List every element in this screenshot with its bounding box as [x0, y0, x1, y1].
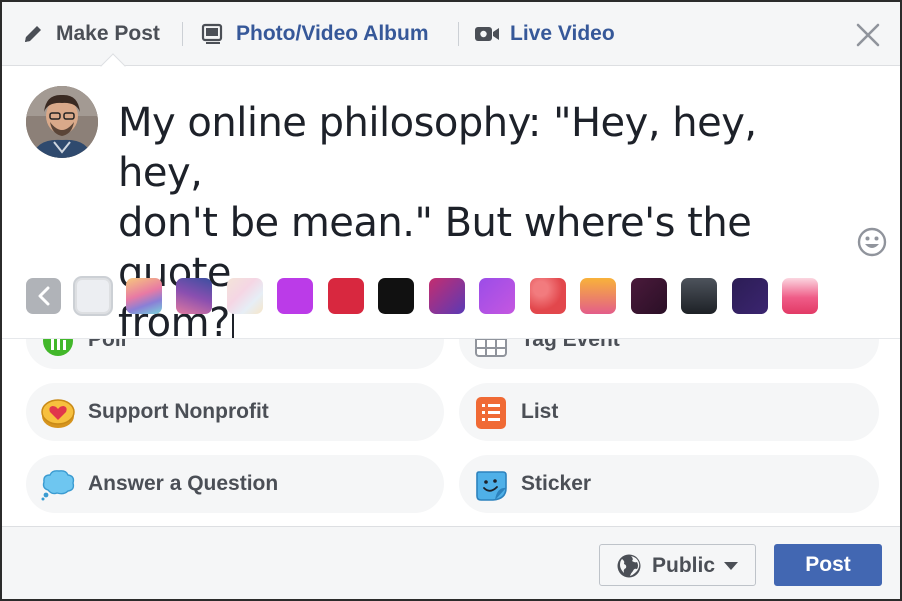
sticker-icon [473, 468, 509, 502]
background-picker [26, 278, 886, 316]
swatch-starry-night[interactable] [732, 278, 768, 314]
swatch-plain-white[interactable] [75, 278, 111, 314]
close-icon[interactable] [855, 22, 881, 48]
option-poll[interactable]: Poll [26, 338, 444, 369]
option-tag-event[interactable]: Tag Event [459, 338, 879, 369]
option-label: Answer a Question [88, 472, 279, 495]
swatch-magenta-blue[interactable] [429, 278, 465, 314]
pencil-icon [20, 21, 46, 47]
tab-label: Photo/Video Album [236, 22, 429, 45]
post-options-grid: Poll Tag Event Support Nonprofit List An… [2, 338, 900, 526]
swatch-black[interactable] [378, 278, 414, 314]
calendar-icon [473, 339, 509, 358]
poll-icon [40, 339, 76, 358]
tab-label: Make Post [56, 22, 160, 45]
video-camera-icon [474, 21, 500, 47]
option-label: Support Nonprofit [88, 400, 269, 423]
swatch-pastel-pattern[interactable] [227, 278, 263, 314]
swatch-pink-gradient[interactable] [782, 278, 818, 314]
thought-bubble-icon [40, 468, 76, 502]
swatch-red[interactable] [328, 278, 364, 314]
option-sticker[interactable]: Sticker [459, 455, 879, 513]
tab-make-post[interactable]: Make Post [20, 2, 160, 66]
post-button[interactable]: Post [774, 544, 882, 586]
post-text-line: My online philosophy: "Hey, hey, hey, [118, 100, 757, 196]
swatch-charcoal[interactable] [681, 278, 717, 314]
globe-icon [616, 553, 642, 579]
option-label: Poll [88, 338, 127, 351]
swatch-dark-plum[interactable] [631, 278, 667, 314]
heart-coin-icon [40, 396, 76, 430]
tab-photo-video-album[interactable]: Photo/Video Album [200, 2, 429, 66]
option-label: List [521, 400, 559, 423]
user-avatar [26, 86, 98, 158]
swatch-sunset[interactable] [580, 278, 616, 314]
option-list[interactable]: List [459, 383, 879, 441]
option-label: Tag Event [521, 338, 620, 351]
option-support-nonprofit[interactable]: Support Nonprofit [26, 383, 444, 441]
composer-footer: Public Post [2, 526, 900, 599]
tab-label: Live Video [510, 22, 615, 45]
tab-divider [458, 22, 459, 46]
chevron-down-icon [724, 562, 738, 570]
composer-tab-bar: Make Post Photo/Video Album Live Video [2, 2, 900, 79]
create-post-dialog: Make Post Photo/Video Album Live Video M… [0, 0, 902, 601]
swatch-hearts[interactable] [530, 278, 566, 314]
swatch-purple[interactable] [277, 278, 313, 314]
tab-live-video[interactable]: Live Video [474, 2, 615, 66]
swatch-blue-purple-wave[interactable] [176, 278, 212, 314]
swatch-violet[interactable] [479, 278, 515, 314]
chevron-left-icon[interactable] [26, 278, 61, 314]
swatch-rainbow[interactable] [126, 278, 162, 314]
option-label: Sticker [521, 472, 592, 495]
photo-album-icon [200, 21, 226, 47]
option-answer-question[interactable]: Answer a Question [26, 455, 444, 513]
list-icon [473, 396, 509, 430]
audience-selector[interactable]: Public [599, 544, 756, 586]
emoji-icon[interactable] [856, 226, 888, 258]
audience-label: Public [652, 554, 716, 577]
tab-divider [182, 22, 183, 46]
